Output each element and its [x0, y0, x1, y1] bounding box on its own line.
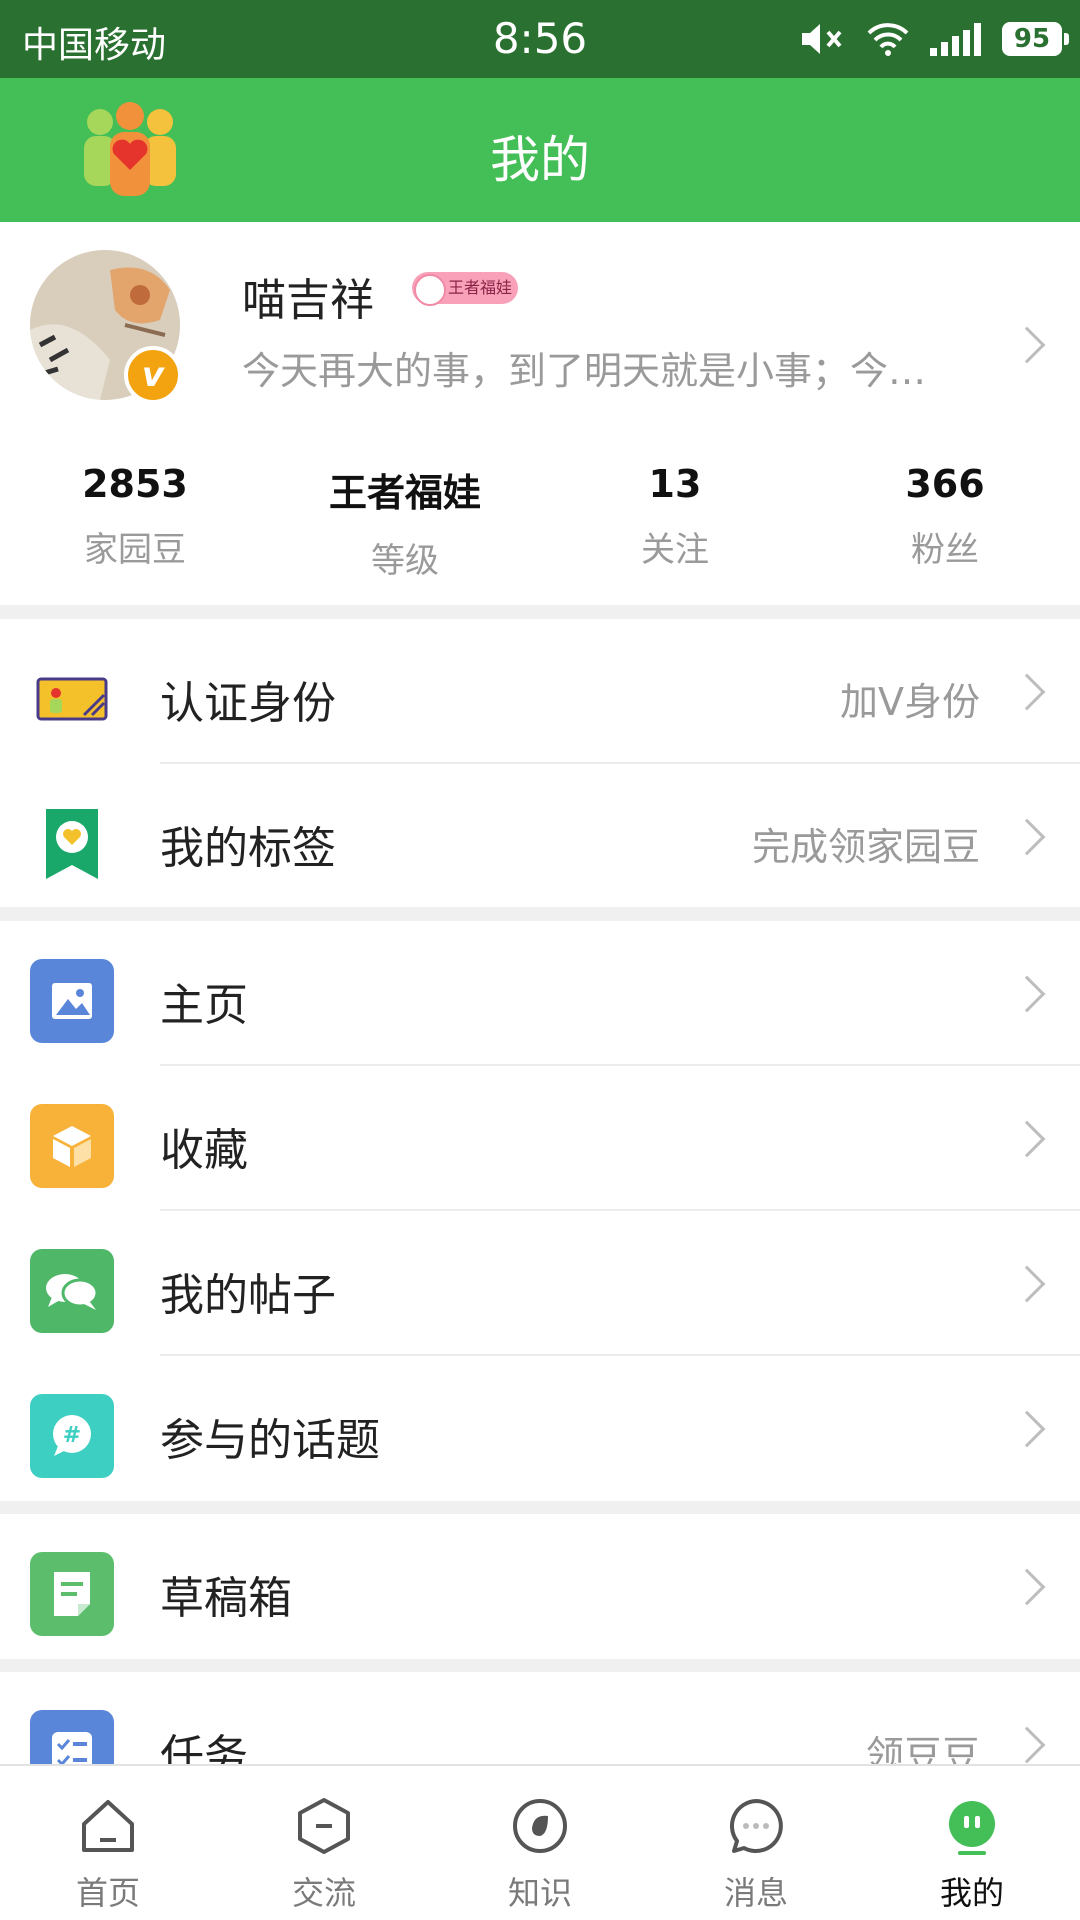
verified-v-icon: v	[124, 346, 182, 404]
chevron-right-icon	[1008, 326, 1046, 364]
menu-group-identity: 认证身份 加V身份 我的标签 完成领家园豆	[0, 619, 1080, 907]
stat-label: 关注	[641, 530, 709, 570]
menu-group-content: 主页 收藏 我的帖子 # 参与的话题	[0, 921, 1080, 1501]
tab-label: 交流	[291, 1874, 356, 1912]
bookmark-heart-icon	[30, 802, 114, 886]
box-icon	[30, 1104, 114, 1188]
chevron-right-icon	[1008, 1726, 1046, 1764]
menu-label: 主页	[160, 980, 248, 1031]
knowledge-icon	[513, 1799, 567, 1853]
draft-document-icon	[30, 1552, 114, 1636]
battery-icon: 95	[1002, 22, 1069, 56]
me-icon	[949, 1801, 995, 1855]
signal-icon	[930, 23, 981, 56]
tab-label: 消息	[723, 1874, 788, 1912]
level-badge: 王者福娃	[412, 272, 519, 306]
menu-label: 收藏	[160, 1125, 248, 1176]
menu-label: 参与的话题	[160, 1415, 380, 1466]
chat-bubbles-icon	[30, 1249, 114, 1333]
wifi-icon	[867, 23, 909, 56]
user-signature: 今天再大的事，到了明天就是小事；今…	[242, 349, 927, 393]
stat-following[interactable]: 13 关注	[540, 462, 810, 582]
id-card-icon	[30, 657, 114, 741]
hashtag-bubble-icon: #	[30, 1394, 114, 1478]
stat-label: 等级	[371, 541, 439, 581]
menu-group-drafts: 草稿箱	[0, 1514, 1080, 1659]
menu-item-topics[interactable]: # 参与的话题	[0, 1356, 1080, 1501]
chevron-right-icon	[1008, 818, 1046, 856]
menu-item-homepage[interactable]: 主页	[0, 921, 1080, 1066]
menu-item-tasks[interactable]: 任务 领豆豆	[0, 1672, 1080, 1772]
home-icon	[82, 1800, 134, 1852]
message-icon	[729, 1799, 783, 1853]
chevron-right-icon	[1008, 1120, 1046, 1158]
tab-label: 知识	[507, 1874, 572, 1912]
svg-text:#: #	[63, 1423, 81, 1448]
menu-item-favorites[interactable]: 收藏	[0, 1066, 1080, 1211]
page-title: 我的	[490, 131, 590, 189]
tab-label: 我的	[939, 1874, 1004, 1912]
app-header: 我的	[0, 78, 1080, 222]
menu-label: 我的帖子	[160, 1270, 336, 1321]
chevron-right-icon	[1008, 1410, 1046, 1448]
task-list-icon	[30, 1710, 114, 1772]
chevron-right-icon	[1008, 673, 1046, 711]
tab-home[interactable]: 首页	[0, 1766, 216, 1920]
stat-value: 366	[905, 462, 985, 506]
menu-item-verify[interactable]: 认证身份 加V身份	[0, 619, 1080, 764]
menu-group-tasks: 任务 领豆豆	[0, 1672, 1080, 1772]
picture-icon	[30, 959, 114, 1043]
menu-item-tags[interactable]: 我的标签 完成领家园豆	[0, 764, 1080, 909]
stat-value: 2853	[82, 462, 188, 506]
menu-hint: 加V身份	[840, 680, 980, 724]
tab-exchange[interactable]: 交流	[216, 1766, 432, 1920]
menu-item-posts[interactable]: 我的帖子	[0, 1211, 1080, 1356]
menu-label: 我的标签	[160, 823, 336, 874]
stat-followers[interactable]: 366 粉丝	[810, 462, 1080, 582]
user-name: 喵吉祥	[242, 275, 374, 326]
menu-item-drafts[interactable]: 草稿箱	[0, 1514, 1080, 1659]
chevron-right-icon	[1008, 1265, 1046, 1303]
stat-value: 13	[648, 462, 702, 506]
mute-icon	[802, 24, 842, 54]
menu-label: 认证身份	[160, 678, 336, 729]
stat-level[interactable]: 王者福娃 等级	[270, 462, 540, 582]
stat-value: 王者福娃	[328, 471, 481, 515]
stat-beans[interactable]: 2853 家园豆	[0, 462, 270, 582]
tab-knowledge[interactable]: 知识	[432, 1766, 648, 1920]
stat-label: 家园豆	[84, 530, 186, 570]
menu-hint: 完成领家园豆	[751, 825, 980, 869]
menu-label: 草稿箱	[160, 1573, 292, 1624]
status-bar: 中国移动 8:56 95	[0, 0, 1080, 78]
hexagon-icon	[298, 1798, 350, 1854]
stat-label: 粉丝	[911, 530, 979, 570]
profile-stats: 2853 家园豆 王者福娃 等级 13 关注 366 粉丝	[0, 462, 1080, 582]
tab-label: 首页	[75, 1874, 140, 1912]
profile-card[interactable]: v 喵吉祥 王者福娃 今天再大的事，到了明天就是小事；今… 2853 家园豆 王…	[0, 222, 1080, 605]
status-icons: 95	[798, 18, 1069, 60]
tab-messages[interactable]: 消息	[648, 1766, 864, 1920]
bottom-tab-bar: 首页 交流 知识 消息 我的	[0, 1764, 1080, 1920]
tab-me[interactable]: 我的	[864, 1766, 1080, 1920]
chevron-right-icon	[1008, 1568, 1046, 1606]
chevron-right-icon	[1008, 975, 1046, 1013]
